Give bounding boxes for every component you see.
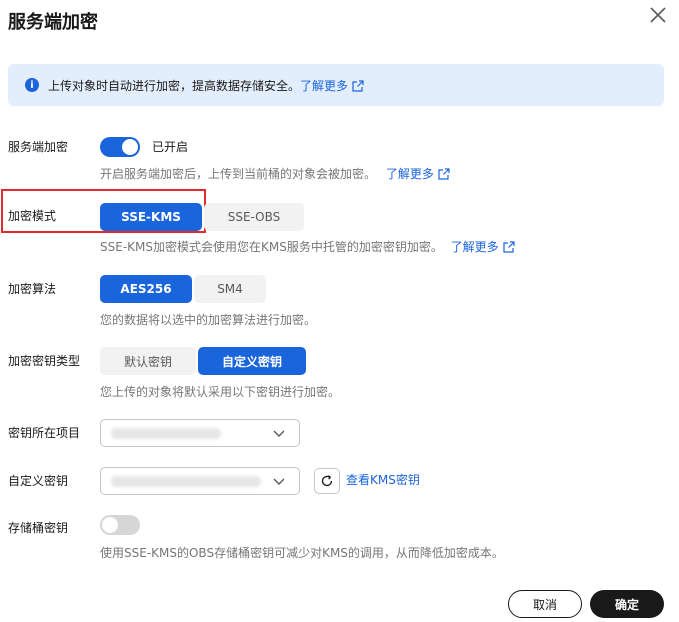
sse-state-text: 已开启 <box>152 140 189 154</box>
sse-description: 开启服务端加密后，上传到当前桶的对象会被加密。 了解更多 <box>100 166 450 182</box>
algorithm-label: 加密算法 <box>8 282 57 296</box>
custom-key-select[interactable] <box>100 467 300 495</box>
sse-toggle[interactable] <box>100 137 140 157</box>
bucket-key-description: 使用SSE-KMS的OBS存储桶密钥可减少对KMS的调用，从而降低加密成本。 <box>100 546 504 560</box>
key-type-option-default[interactable]: 默认密钥 <box>100 347 196 375</box>
algorithm-option-sm4[interactable]: SM4 <box>194 275 266 303</box>
key-project-select[interactable] <box>100 419 300 447</box>
external-link-icon <box>503 241 515 253</box>
banner-learn-more-link[interactable]: 了解更多 <box>300 79 364 93</box>
info-icon: i <box>25 78 39 92</box>
mode-label: 加密模式 <box>8 209 57 223</box>
view-kms-keys-link[interactable]: 查看KMS密钥 <box>346 472 420 488</box>
sse-label: 服务端加密 <box>8 140 69 154</box>
bucket-key-toggle[interactable] <box>100 515 140 535</box>
mode-description: SSE-KMS加密模式会使用您在KMS服务中托管的加密密钥加密。 了解更多 <box>100 239 515 255</box>
chevron-down-icon <box>273 430 285 437</box>
toggle-knob <box>122 139 138 155</box>
cancel-button[interactable]: 取消 <box>508 590 582 618</box>
mode-learn-more-link[interactable]: 了解更多 <box>451 240 515 254</box>
mode-option-sse-obs[interactable]: SSE-OBS <box>204 203 304 231</box>
encryption-dialog: 服务端加密 i 上传对象时自动进行加密，提高数据存储安全。了解更多 服务端加密 … <box>0 0 679 622</box>
blurred-value <box>111 476 261 487</box>
confirm-button[interactable]: 确定 <box>590 590 664 618</box>
chevron-down-icon <box>273 478 285 485</box>
key-project-label: 密钥所在项目 <box>8 426 81 440</box>
bucket-key-label: 存储桶密钥 <box>8 521 69 535</box>
info-banner: i 上传对象时自动进行加密，提高数据存储安全。了解更多 <box>8 64 664 106</box>
key-type-label: 加密密钥类型 <box>8 354 81 368</box>
custom-key-label: 自定义密钥 <box>8 474 69 488</box>
algorithm-option-aes256[interactable]: AES256 <box>100 275 192 303</box>
refresh-icon <box>321 475 333 487</box>
external-link-icon <box>438 168 450 180</box>
refresh-button[interactable] <box>314 468 340 494</box>
sse-learn-more-link[interactable]: 了解更多 <box>386 167 450 181</box>
toggle-knob <box>102 517 118 533</box>
dialog-title: 服务端加密 <box>8 12 98 33</box>
banner-text: 上传对象时自动进行加密，提高数据存储安全。了解更多 <box>48 77 364 94</box>
key-type-option-custom[interactable]: 自定义密钥 <box>198 347 306 375</box>
close-icon[interactable] <box>647 4 669 26</box>
blurred-value <box>111 428 221 439</box>
algorithm-description: 您的数据将以选中的加密算法进行加密。 <box>100 313 317 327</box>
external-link-icon <box>352 79 364 92</box>
mode-option-sse-kms[interactable]: SSE-KMS <box>100 203 202 231</box>
key-type-description: 您上传的对象将默认采用以下密钥进行加密。 <box>100 385 341 399</box>
